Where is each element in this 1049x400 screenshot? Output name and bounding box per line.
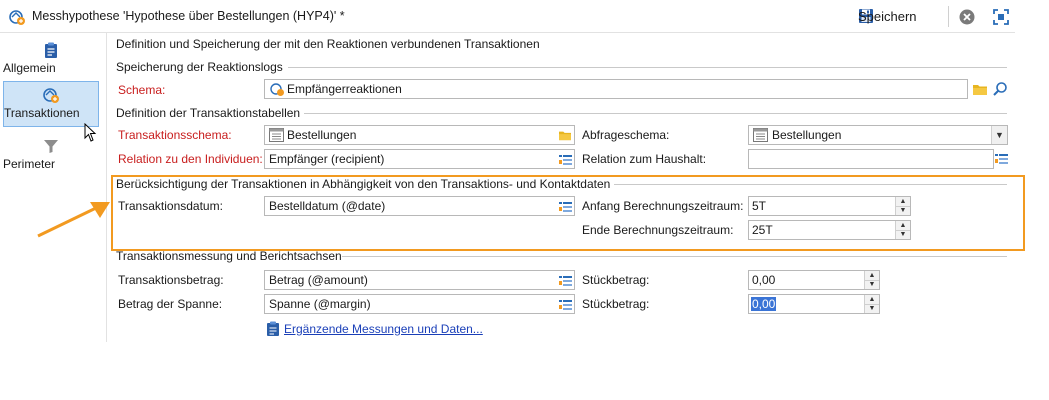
save-button[interactable]: Speichern bbox=[854, 5, 917, 27]
transaction-date-value: Bestelldatum (@date) bbox=[269, 199, 386, 213]
sidebar-item-transaktionen[interactable]: Transaktionen bbox=[3, 81, 99, 127]
schema-value: Empfängerreaktionen bbox=[287, 82, 402, 96]
schema-field[interactable]: Empfängerreaktionen bbox=[264, 79, 968, 99]
period-start-value: 5T bbox=[752, 199, 767, 213]
table-icon bbox=[753, 128, 768, 142]
transaction-tables-title: Definition der Transaktionstabellen bbox=[116, 106, 301, 120]
period-end-label: Ende Berechnungszeitraum: bbox=[582, 223, 734, 237]
transaction-schema-value: Bestellungen bbox=[287, 128, 357, 142]
chevron-down-icon[interactable]: ▼ bbox=[991, 126, 1007, 144]
relation-individuals-value: Empfänger (recipient) bbox=[269, 152, 385, 166]
stepper-up-icon[interactable]: ▲ bbox=[896, 197, 910, 206]
more-measurements-link[interactable]: Ergänzende Messungen und Daten... bbox=[266, 321, 483, 336]
sidebar-item-perimeter[interactable]: Perimeter bbox=[3, 133, 99, 179]
amount-unit-stepper[interactable]: 0,00 ▲ ▼ bbox=[748, 270, 880, 290]
window-title: Messhypothese 'Hypothese über Bestellung… bbox=[32, 9, 345, 23]
section-divider bbox=[342, 256, 1007, 257]
expression-editor-icon[interactable] bbox=[556, 197, 574, 215]
folder-icon[interactable] bbox=[972, 82, 988, 96]
stepper-down-icon[interactable]: ▼ bbox=[896, 229, 910, 239]
stepper-down-icon[interactable]: ▼ bbox=[865, 303, 879, 313]
relation-individuals-field[interactable]: Empfänger (recipient) bbox=[264, 149, 575, 169]
sidebar-item-label: Perimeter bbox=[3, 157, 56, 171]
transactions-icon bbox=[43, 88, 59, 103]
query-schema-label: Abfrageschema: bbox=[582, 128, 670, 142]
margin-unit-value: 0,00 bbox=[751, 297, 777, 311]
stepper-up-icon[interactable]: ▲ bbox=[865, 271, 879, 280]
relation-household-label: Relation zum Haushalt: bbox=[582, 152, 707, 166]
relation-individuals-label: Relation zu den Individuen: bbox=[118, 152, 263, 166]
hypothesis-window: Messhypothese 'Hypothese über Bestellung… bbox=[0, 0, 1015, 342]
reaction-icon bbox=[270, 83, 284, 96]
stepper-up-icon[interactable]: ▲ bbox=[896, 221, 910, 230]
sidebar-item-label: Transaktionen bbox=[4, 106, 80, 120]
period-start-stepper[interactable]: 5T ▲ ▼ bbox=[748, 196, 911, 216]
stepper-down-icon[interactable]: ▼ bbox=[865, 279, 879, 289]
transaction-date-field[interactable]: Bestelldatum (@date) bbox=[264, 196, 575, 216]
sidebar-item-label: Allgemein bbox=[3, 61, 56, 75]
margin-amount-label: Betrag der Spanne: bbox=[118, 297, 223, 311]
stepper-down-icon[interactable]: ▼ bbox=[896, 205, 910, 215]
period-start-label: Anfang Berechnungszeitraum: bbox=[582, 199, 744, 213]
margin-unit-label: Stückbetrag: bbox=[582, 297, 650, 311]
margin-amount-field[interactable]: Spanne (@margin) bbox=[264, 294, 575, 314]
table-icon bbox=[269, 128, 284, 142]
transaction-date-label: Transaktionsdatum: bbox=[118, 199, 223, 213]
measurement-title: Transaktionsmessung und Berichtsachsen bbox=[116, 249, 342, 263]
transaction-amount-value: Betrag (@amount) bbox=[269, 273, 368, 287]
content-panel: Definition und Speicherung der mit den R… bbox=[110, 33, 1015, 342]
transaction-schema-field[interactable]: Bestellungen bbox=[264, 125, 575, 145]
close-icon[interactable] bbox=[958, 8, 976, 26]
section-divider bbox=[288, 67, 1007, 68]
title-bar: Messhypothese 'Hypothese über Bestellung… bbox=[0, 0, 1015, 33]
sidebar-item-allgemein[interactable]: Allgemein bbox=[3, 37, 99, 83]
hypothesis-icon bbox=[9, 10, 25, 25]
reaction-logs-title: Speicherung der Reaktionslogs bbox=[116, 60, 283, 74]
clipboard-icon bbox=[267, 321, 279, 336]
transaction-amount-field[interactable]: Betrag (@amount) bbox=[264, 270, 575, 290]
section-title: Definition und Speicherung der mit den R… bbox=[116, 37, 540, 51]
toolbar-separator bbox=[948, 6, 949, 27]
query-schema-value: Bestellungen bbox=[772, 128, 842, 142]
period-end-value: 25T bbox=[752, 223, 773, 237]
transaction-amount-label: Transaktionsbetrag: bbox=[118, 273, 224, 287]
save-label: Speichern bbox=[858, 8, 917, 24]
transaction-schema-label: Transaktionsschema: bbox=[118, 128, 232, 142]
more-measurements-label: Ergänzende Messungen und Daten... bbox=[284, 321, 483, 336]
sidebar: Allgemein Transaktionen Perimeter bbox=[0, 33, 107, 342]
section-divider bbox=[614, 184, 1007, 185]
margin-unit-stepper[interactable]: 0,00 ▲ ▼ bbox=[748, 294, 880, 314]
expression-editor-icon[interactable] bbox=[556, 150, 574, 168]
expression-editor-icon[interactable] bbox=[995, 153, 1008, 164]
query-schema-select[interactable]: Bestellungen ▼ bbox=[748, 125, 1008, 145]
period-end-stepper[interactable]: 25T ▲ ▼ bbox=[748, 220, 911, 240]
maximize-icon[interactable] bbox=[991, 7, 1011, 27]
expression-editor-icon[interactable] bbox=[556, 295, 574, 313]
consideration-title: Berücksichtigung der Transaktionen in Ab… bbox=[116, 177, 611, 191]
expression-editor-icon[interactable] bbox=[556, 271, 574, 289]
clipboard-icon bbox=[45, 42, 57, 58]
stepper-up-icon[interactable]: ▲ bbox=[865, 295, 879, 304]
folder-icon[interactable] bbox=[556, 126, 574, 144]
amount-unit-value: 0,00 bbox=[752, 273, 776, 287]
section-divider bbox=[304, 113, 1007, 114]
search-icon[interactable] bbox=[992, 81, 1008, 97]
filter-icon bbox=[44, 140, 58, 153]
amount-unit-label: Stückbetrag: bbox=[582, 273, 650, 287]
schema-label: Schema: bbox=[118, 83, 166, 97]
relation-household-field[interactable] bbox=[748, 149, 994, 169]
margin-amount-value: Spanne (@margin) bbox=[269, 297, 371, 311]
